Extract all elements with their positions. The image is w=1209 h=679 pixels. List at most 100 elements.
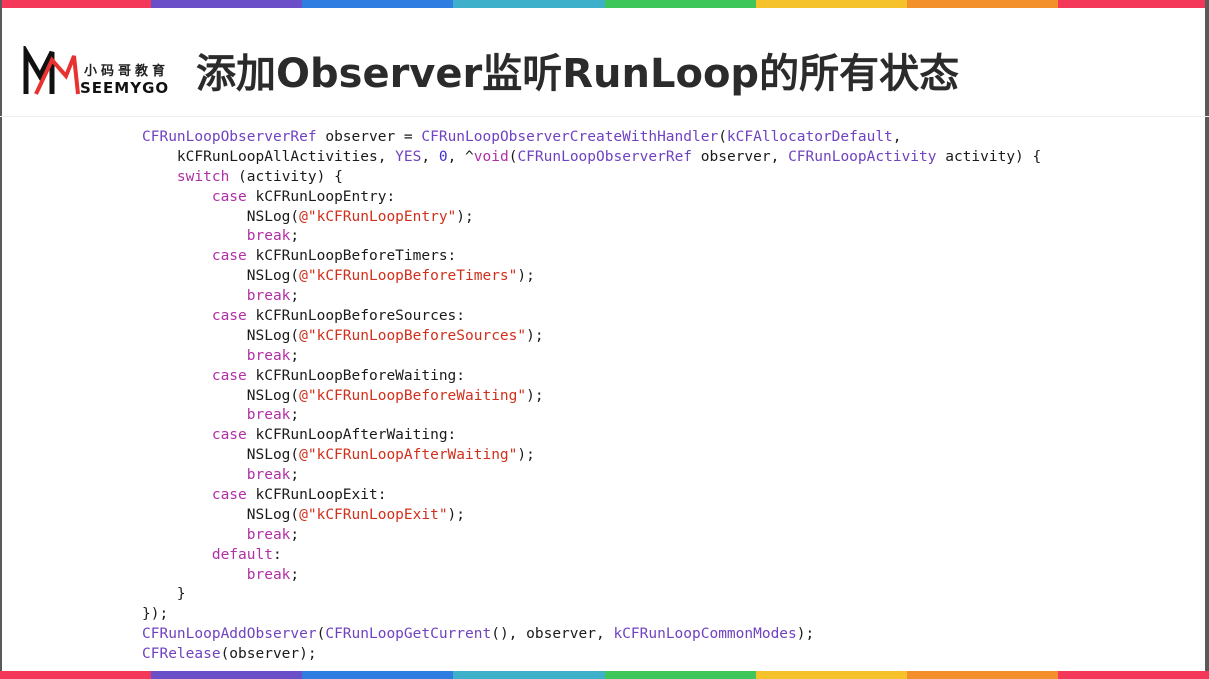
code-token: );	[517, 268, 535, 285]
code-line: NSLog(@"kCFRunLoopBeforeTimers");	[142, 267, 1041, 287]
code-token: case	[211, 308, 247, 325]
code-line: CFRelease(observer);	[142, 645, 1041, 665]
code-token: NSLog(	[142, 208, 300, 225]
code-line: case kCFRunLoopEntry:	[142, 188, 1041, 208]
code-token: NSLog(	[142, 327, 300, 344]
code-token: kCFRunLoopCommonModes	[613, 626, 797, 643]
code-token: :	[272, 546, 282, 563]
brand-logo: 小码哥教育 SEEMYGO	[22, 46, 182, 106]
code-token: ;	[290, 526, 300, 543]
code-token: @"kCFRunLoopEntry"	[299, 208, 457, 225]
code-line: CFRunLoopAddObserver(CFRunLoopGetCurrent…	[142, 625, 1041, 645]
code-token: case	[211, 248, 247, 265]
top-color-stripe	[0, 0, 1209, 8]
code-line: switch (activity) {	[142, 168, 1041, 188]
code-line: default:	[142, 546, 1041, 566]
code-token: CFRunLoopObserverCreateWithHandler	[421, 129, 719, 145]
code-token: kCFRunLoopAfterWaiting:	[246, 427, 457, 444]
code-token: (), observer,	[491, 626, 614, 643]
stripe-segment	[302, 671, 454, 679]
code-token: break	[246, 526, 291, 543]
code-line: case kCFRunLoopBeforeTimers:	[142, 247, 1041, 267]
code-block: CFRunLoopObserverRef observer = CFRunLoo…	[142, 128, 1041, 665]
code-line: kCFRunLoopAllActivities, YES, 0, ^void(C…	[142, 148, 1041, 168]
code-line: case kCFRunLoopBeforeWaiting:	[142, 367, 1041, 387]
code-token: CFRunLoopGetCurrent	[325, 626, 492, 643]
bottom-color-stripe	[0, 671, 1209, 679]
code-token: (observer);	[220, 646, 317, 663]
code-token: @"kCFRunLoopBeforeWaiting"	[299, 387, 527, 404]
code-token: @"kCFRunLoopBeforeTimers"	[299, 268, 518, 285]
code-token: kCFRunLoopBeforeSources:	[246, 308, 466, 325]
code-token: CFRunLoopObserverRef	[517, 148, 693, 165]
code-token: kCFRunLoopBeforeTimers:	[246, 248, 457, 265]
code-line: break;	[142, 466, 1041, 486]
code-token: NSLog(	[142, 506, 300, 523]
code-token: CFRelease	[142, 646, 221, 663]
stripe-segment	[0, 0, 152, 8]
code-token: switch	[176, 168, 230, 185]
code-token: CFRunLoopObserverRef	[142, 129, 317, 145]
code-token: kCFRunLoopEntry:	[246, 188, 396, 205]
stripe-segment	[302, 0, 454, 8]
code-token: break	[246, 467, 291, 484]
code-token: case	[211, 367, 247, 384]
code-token: ;	[290, 347, 300, 364]
code-token: observer,	[692, 148, 789, 165]
code-line: NSLog(@"kCFRunLoopBeforeWaiting");	[142, 387, 1041, 407]
code-line: case kCFRunLoopAfterWaiting:	[142, 426, 1041, 446]
code-token: break	[246, 347, 291, 364]
code-token: case	[211, 188, 247, 205]
code-token: CFRunLoopAddObserver	[142, 626, 317, 643]
code-token: ,	[892, 129, 902, 145]
code-token: case	[211, 427, 247, 444]
code-token: (activity) {	[229, 168, 343, 185]
slide-header: 小码哥教育 SEEMYGO 添加Observer监听RunLoop的所有状态	[0, 8, 1209, 117]
stripe-segment	[906, 0, 1058, 8]
code-line: });	[142, 605, 1041, 625]
code-line: break;	[142, 566, 1041, 586]
stripe-segment	[604, 671, 756, 679]
code-token: break	[246, 407, 291, 424]
code-token: @"kCFRunLoopBeforeSources"	[299, 327, 527, 344]
stripe-segment	[755, 671, 907, 679]
code-token: );	[796, 626, 815, 643]
code-token: kCFRunLoopExit:	[246, 487, 387, 504]
slide-title: 添加Observer监听RunLoop的所有状态	[196, 51, 960, 97]
code-token: ;	[290, 407, 300, 424]
code-line: NSLog(@"kCFRunLoopEntry");	[142, 208, 1041, 228]
code-token: @"kCFRunLoopAfterWaiting"	[299, 447, 518, 464]
code-line: NSLog(@"kCFRunLoopExit");	[142, 506, 1041, 526]
code-line: }	[142, 585, 1041, 605]
code-token: );	[456, 208, 474, 225]
code-token: break	[246, 288, 291, 305]
brand-name-cn: 小码哥教育	[84, 64, 170, 79]
code-token: NSLog(	[142, 387, 300, 404]
code-token: );	[517, 447, 535, 464]
stripe-segment	[0, 671, 152, 679]
code-line: break;	[142, 347, 1041, 367]
code-token: @"kCFRunLoopExit"	[299, 506, 448, 523]
code-token: case	[211, 487, 247, 504]
code-line: NSLog(@"kCFRunLoopBeforeSources");	[142, 327, 1041, 347]
code-token: ;	[290, 228, 300, 245]
stripe-segment	[453, 671, 605, 679]
brand-name-en: SEEMYGO	[80, 79, 170, 97]
code-token: }	[142, 586, 186, 603]
stripe-segment	[906, 671, 1058, 679]
code-line: break;	[142, 287, 1041, 307]
code-line: break;	[142, 227, 1041, 247]
code-token: ;	[290, 288, 300, 305]
stripe-segment	[1057, 671, 1209, 679]
code-token: 0	[438, 148, 448, 165]
code-line: NSLog(@"kCFRunLoopAfterWaiting");	[142, 446, 1041, 466]
code-token: (	[718, 129, 727, 145]
code-token: ;	[290, 566, 300, 583]
